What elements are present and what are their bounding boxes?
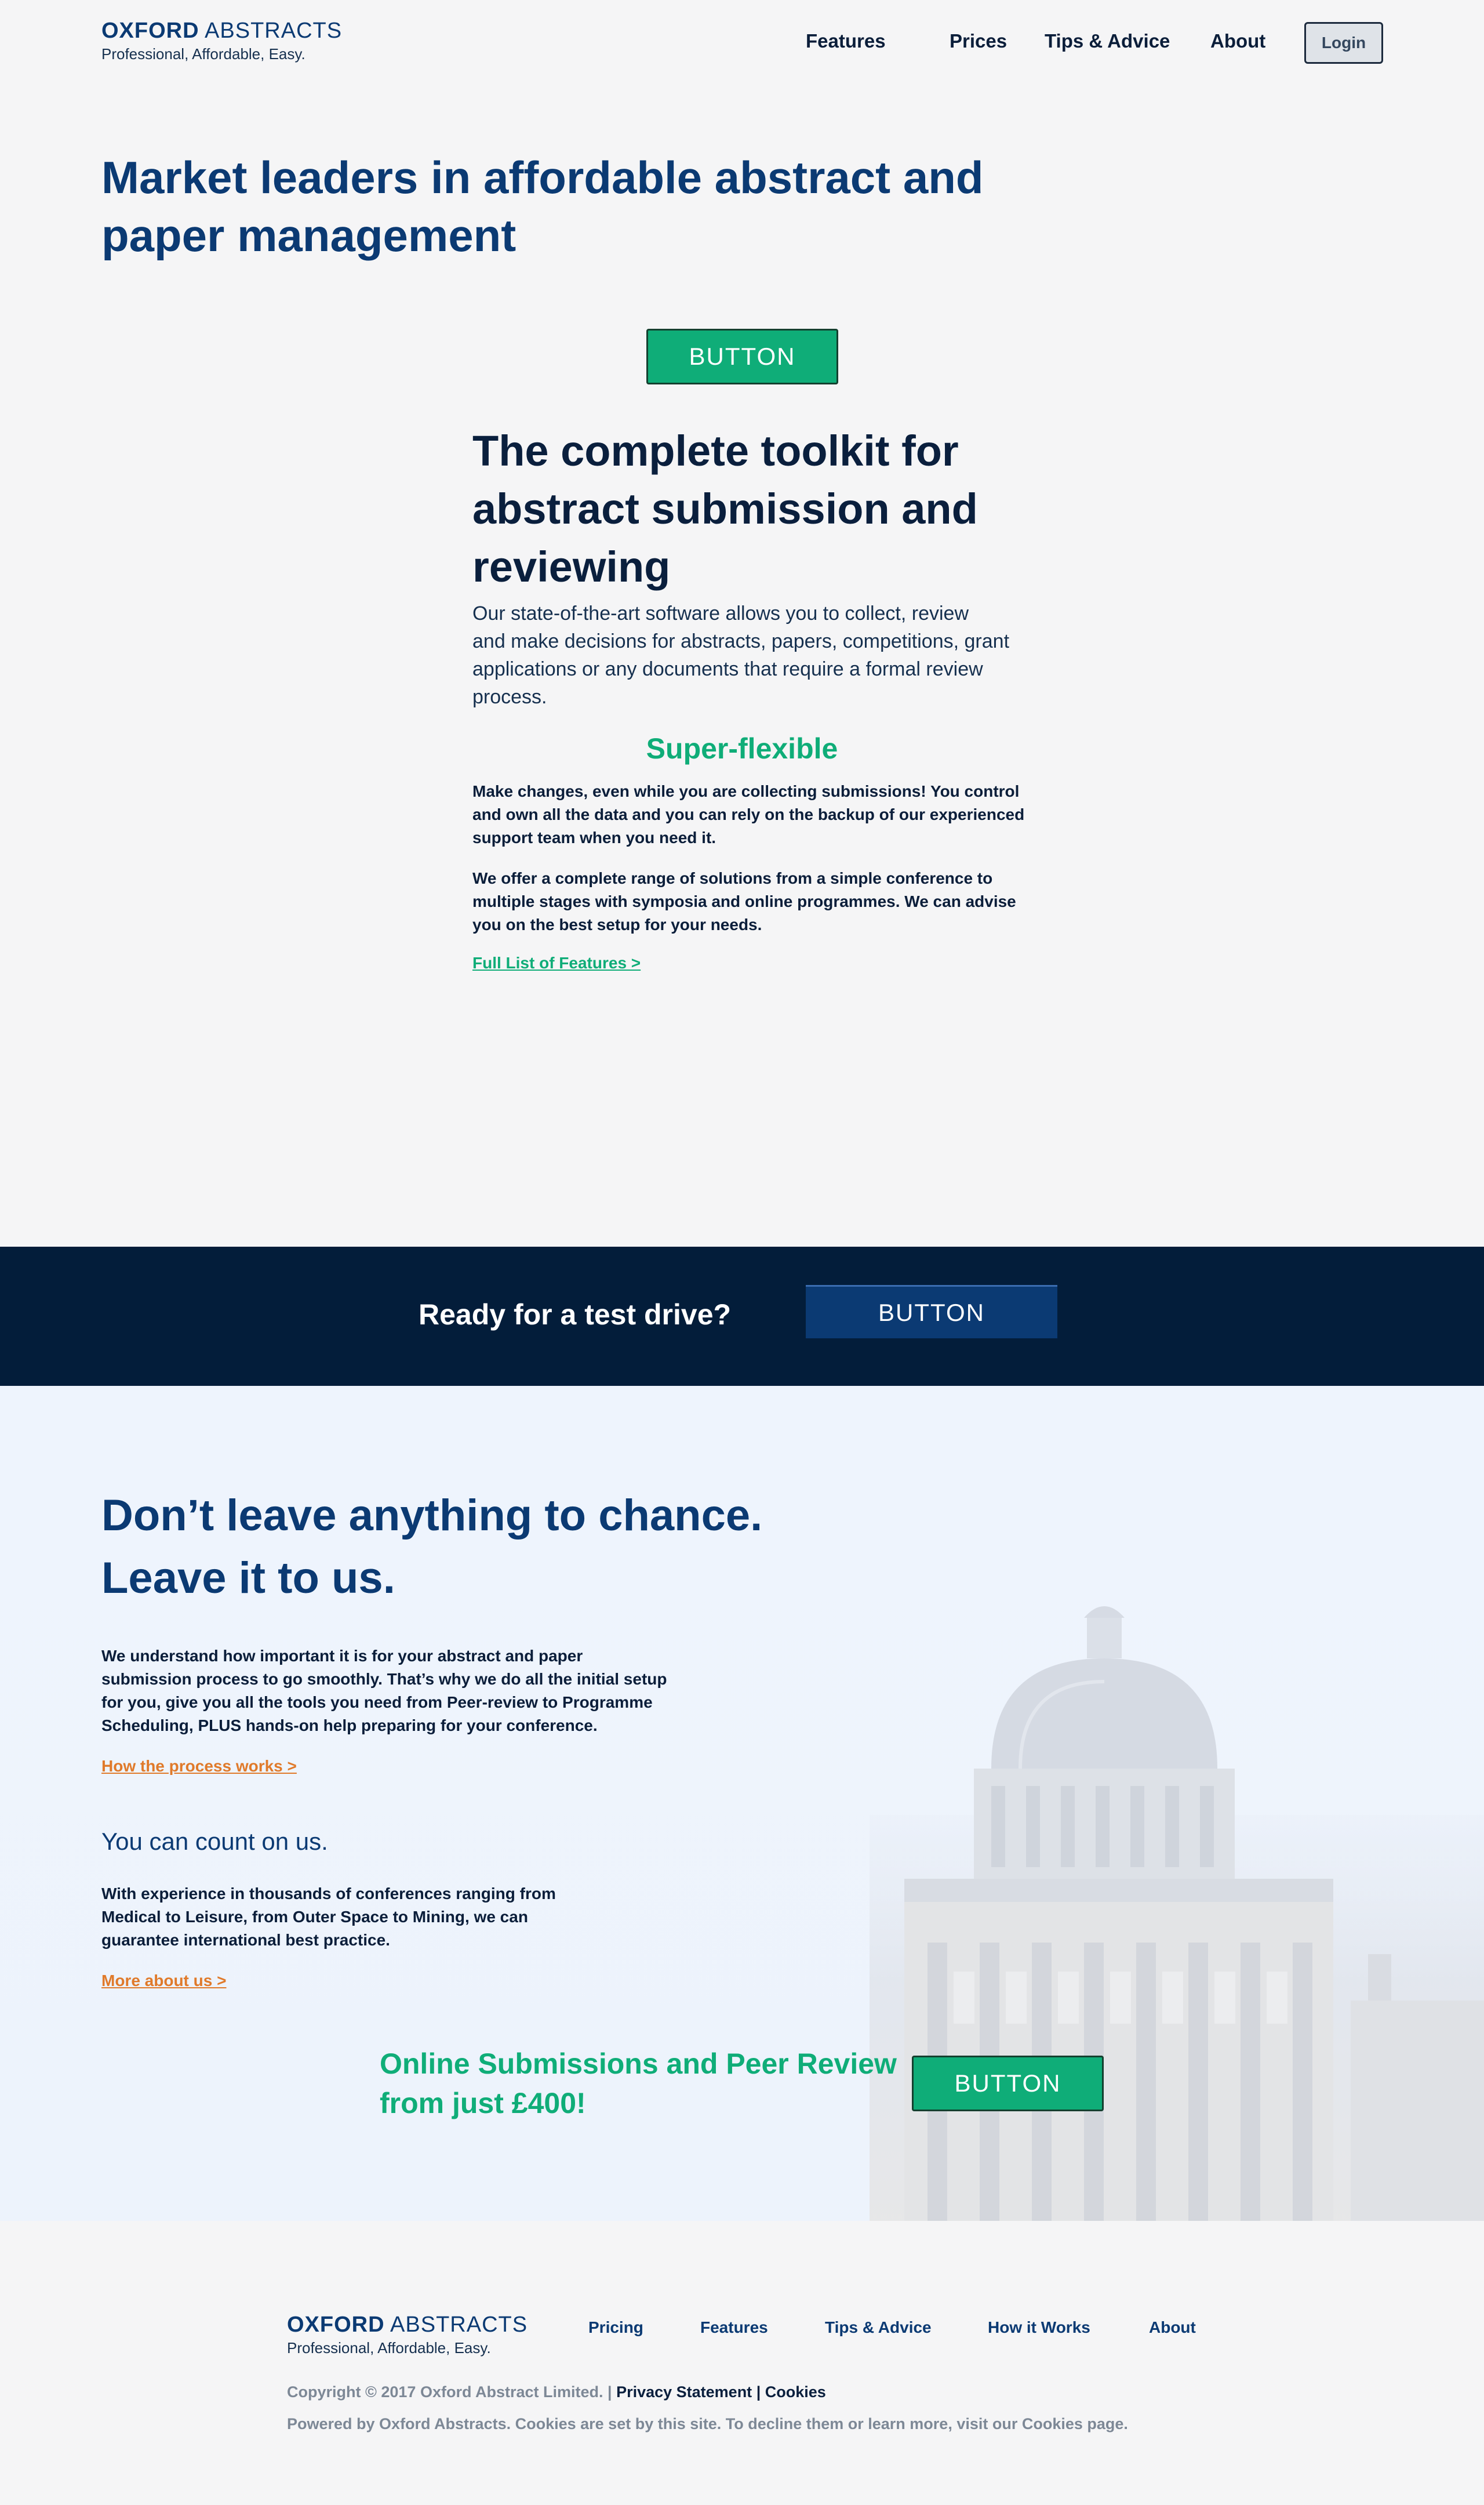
flexible-paragraph-2: We offer a complete range of solutions f…: [472, 867, 1016, 936]
test-drive-text: Ready for a test drive?: [419, 1298, 732, 1331]
paragraph-line: With experience in thousands of conferen…: [101, 1885, 556, 1903]
nav-tips-advice[interactable]: Tips & Advice: [1045, 30, 1170, 52]
hero-title-line1: Market leaders in affordable abstract an…: [101, 152, 984, 203]
hero-title-line2: paper management: [101, 210, 517, 261]
footer-nav-pricing[interactable]: Pricing: [588, 2318, 643, 2337]
promo-line2: from just £400!: [380, 2087, 586, 2119]
count-on-us-body: With experience in thousands of conferen…: [101, 1882, 556, 1952]
toolkit-title-line3: reviewing: [472, 543, 671, 591]
leave-it-to-us-section: Don’t leave anything to chance. Leave it…: [0, 1386, 1484, 2221]
paragraph-line: We offer a complete range of solutions f…: [472, 869, 993, 887]
about-us-link[interactable]: More about us >: [101, 1972, 226, 1990]
toolkit-body-line: process.: [472, 686, 547, 708]
paragraph-line: guarantee international best practice.: [101, 1931, 390, 1949]
footer-logo[interactable]: OXFORD ABSTRACTS Professional, Affordabl…: [287, 2314, 528, 2357]
paragraph-line: for you, give you all the tools you need…: [101, 1693, 653, 1711]
logo-light: ABSTRACTS: [205, 19, 343, 43]
footer-copyright-row: Copyright © 2017 Oxford Abstract Limited…: [287, 2383, 826, 2401]
promo-button[interactable]: BUTTON: [912, 2056, 1104, 2111]
toolkit-description: Our state-of-the-art software allows you…: [472, 600, 1009, 711]
privacy-link[interactable]: Privacy Statement: [616, 2383, 752, 2401]
flexible-paragraph-1: Make changes, even while you are collect…: [472, 780, 1024, 849]
footer-logo-light: ABSTRACTS: [390, 2312, 528, 2337]
chance-title-line2: Leave it to us.: [101, 1553, 395, 1603]
footer-logo-bold: OXFORD: [287, 2312, 385, 2337]
cookies-link[interactable]: Cookies: [765, 2383, 826, 2401]
footer-nav-tips-advice[interactable]: Tips & Advice: [825, 2318, 932, 2337]
test-drive-button[interactable]: BUTTON: [806, 1285, 1057, 1338]
hero-title: Market leaders in affordable abstract an…: [101, 148, 984, 264]
footer-tagline: Professional, Affordable, Easy.: [287, 2339, 491, 2357]
logo-bold: OXFORD: [101, 19, 199, 43]
paragraph-line: and own all the data and you can rely on…: [472, 805, 1025, 823]
paragraph-line: Make changes, even while you are collect…: [472, 782, 1020, 800]
footer-nav-features[interactable]: Features: [700, 2318, 768, 2337]
site-logo[interactable]: OXFORD ABSTRACTS Professional, Affordabl…: [101, 20, 342, 63]
toolkit-title: The complete toolkit for abstract submis…: [472, 422, 978, 596]
chance-body: We understand how important it is for yo…: [101, 1644, 667, 1737]
count-on-us-title: You can count on us.: [101, 1828, 328, 1855]
login-button[interactable]: Login: [1304, 22, 1383, 64]
toolkit-title-line1: The complete toolkit for: [472, 427, 959, 475]
nav-about[interactable]: About: [1210, 30, 1265, 52]
paragraph-line: Scheduling, PLUS hands-on help preparing…: [101, 1716, 598, 1734]
process-link[interactable]: How the process works >: [101, 1757, 297, 1776]
footer-separator: |: [756, 2383, 761, 2401]
chance-title: Don’t leave anything to chance. Leave it…: [101, 1484, 762, 1610]
toolkit-body-line: and make decisions for abstracts, papers…: [472, 630, 1010, 652]
nav-prices[interactable]: Prices: [950, 30, 1007, 52]
hero-button[interactable]: BUTTON: [646, 329, 838, 384]
copyright-text: Copyright © 2017 Oxford Abstract Limited…: [287, 2383, 612, 2401]
test-drive-band: Ready for a test drive? BUTTON: [0, 1247, 1484, 1386]
logo-tagline: Professional, Affordable, Easy.: [101, 45, 305, 63]
paragraph-line: Medical to Leisure, from Outer Space to …: [101, 1908, 528, 1926]
super-flexible-heading: Super-flexible: [646, 732, 838, 765]
paragraph-line: you on the best setup for your needs.: [472, 916, 762, 934]
full-features-link[interactable]: Full List of Features >: [472, 954, 641, 972]
toolkit-body-line: applications or any documents that requi…: [472, 658, 983, 680]
paragraph-line: We understand how important it is for yo…: [101, 1647, 583, 1665]
paragraph-line: support team when you need it.: [472, 829, 716, 847]
paragraph-line: multiple stages with symposia and online…: [472, 892, 1016, 910]
chance-title-line1: Don’t leave anything to chance.: [101, 1491, 763, 1540]
toolkit-body-line: Our state-of-the-art software allows you…: [472, 602, 969, 625]
nav-features[interactable]: Features: [806, 30, 886, 52]
toolkit-title-line2: abstract submission and: [472, 485, 978, 533]
powered-by-text: Powered by Oxford Abstracts. Cookies are…: [287, 2415, 1128, 2433]
pricing-promo: Online Submissions and Peer Review from …: [380, 2044, 897, 2123]
building-background-image: [870, 1606, 1484, 2221]
footer-nav-about[interactable]: About: [1149, 2318, 1196, 2337]
promo-line1: Online Submissions and Peer Review: [380, 2047, 897, 2080]
footer-nav-how-it-works[interactable]: How it Works: [988, 2318, 1090, 2337]
paragraph-line: submission process to go smoothly. That’…: [101, 1670, 667, 1688]
